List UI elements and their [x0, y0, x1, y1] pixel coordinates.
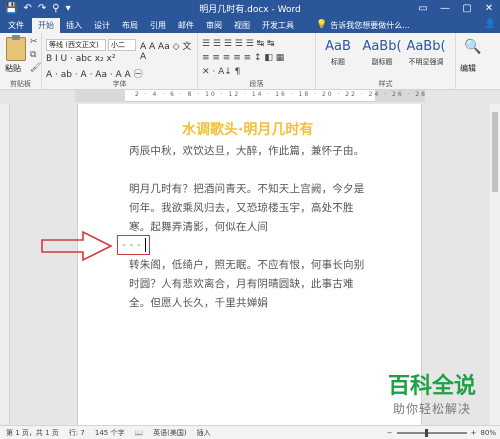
save-icon[interactable]: 💾 — [5, 0, 17, 17]
tab-review[interactable]: 审阅 — [200, 18, 228, 33]
marker-text: - - - — [122, 238, 141, 251]
ribbon-display-icon[interactable]: ▭ — [412, 0, 434, 17]
ribbon-home: 粘贴 ✂ ⧉ 🖌 剪贴板 等线 (西文正文) 小二 A A Aa ◇ 文 A B… — [0, 33, 500, 90]
style-subtitle[interactable]: AaBb( 副标题 — [362, 37, 402, 73]
vertical-ruler[interactable] — [0, 104, 10, 424]
clipboard-label: 剪贴板 — [10, 80, 31, 88]
paragraph-label: 段落 — [249, 80, 264, 88]
proofing-icon[interactable]: 📖 — [134, 429, 143, 437]
style-name: 标题 — [331, 58, 345, 66]
status-words[interactable]: 145 个字 — [95, 428, 125, 438]
ribbon-tabs: 文件 开始 插入 设计 布局 引用 邮件 审阅 视图 开发工具 💡 告诉我您想要… — [0, 17, 500, 33]
font-row-1[interactable]: A A Aa ◇ 文 A — [140, 39, 197, 62]
document-stanza-1: 明月几时有？把酒问青天。不知天上宫阙，今夕是何年。我欲乘风归去，又恐琼楼玉宇，高… — [129, 183, 365, 233]
redo-icon[interactable]: ↷ — [38, 0, 46, 17]
zoom-out-button[interactable]: − — [387, 426, 393, 439]
horizontal-ruler[interactable]: 2 · 4 · 6 · 8 · 10 · 12 · 14 · 16 · 18 ·… — [75, 90, 425, 102]
ruler-left-margin — [75, 90, 125, 102]
zoom-slider[interactable] — [396, 429, 467, 437]
font-name-select[interactable]: 等线 (西文正文) — [46, 39, 106, 51]
close-button[interactable]: ✕ — [478, 0, 500, 17]
title-bar: 💾 ↶ ↷ ⚲ ▾ 明月几时有.docx - Word ▭ — ▢ ✕ — [0, 0, 500, 17]
style-subtle-emphasis[interactable]: AaBb( 不明显强调 — [406, 37, 446, 73]
status-insert[interactable]: 插入 — [197, 428, 211, 438]
watermark-title: 百科全说 — [387, 374, 476, 399]
tab-home[interactable]: 开始 — [32, 18, 60, 33]
document-preface: 丙辰中秋，欢饮达旦，大醉，作此篇，兼怀子由。 — [129, 145, 365, 157]
cut-icon[interactable]: ✂ — [30, 37, 38, 47]
font-row-2[interactable]: B I U · abc x₂ x² — [46, 54, 116, 64]
quick-access-toolbar: 💾 ↶ ↷ ⚲ ▾ — [0, 0, 160, 17]
style-sample: AaBb( — [406, 39, 446, 54]
edit-button[interactable]: 编辑 — [460, 63, 476, 74]
share-icon[interactable]: 👤 — [485, 17, 496, 32]
tab-mailings[interactable]: 邮件 — [172, 18, 200, 33]
zoom-control: − + 80% — [387, 426, 496, 439]
tab-layout[interactable]: 布局 — [116, 18, 144, 33]
style-sample: AaB — [325, 39, 351, 54]
tell-me-box[interactable]: 💡 告诉我您想要做什么... — [316, 18, 410, 33]
search-icon[interactable]: 🔍 — [464, 39, 481, 55]
tab-file[interactable]: 文件 — [0, 18, 32, 33]
style-sample: AaBb( — [362, 39, 402, 54]
tab-insert[interactable]: 插入 — [60, 18, 88, 33]
zoom-level[interactable]: 80% — [480, 426, 496, 439]
font-size-select[interactable]: 小二 — [108, 39, 136, 51]
lightbulb-icon: 💡 — [316, 20, 328, 30]
styles-label: 样式 — [378, 80, 393, 88]
format-painter-icon[interactable]: 🖌 — [30, 63, 41, 73]
clipboard-group: 粘贴 ✂ ⧉ 🖌 剪贴板 — [0, 33, 42, 90]
editing-group: 🔍 编辑 — [456, 33, 500, 90]
tab-view[interactable]: 视图 — [228, 18, 256, 33]
paste-button[interactable]: 粘贴 — [5, 63, 21, 74]
status-page[interactable]: 第 1 页，共 1 页 — [6, 428, 59, 438]
text-cursor — [145, 238, 146, 252]
paragraph-row-1[interactable]: ☰ ☰ ☰ ☰ ☰ ↹ ↹ — [202, 39, 275, 49]
watermark: 百科全说 助你轻松解决 — [368, 374, 496, 417]
tell-me-text: 告诉我您想要做什么... — [330, 21, 410, 30]
paragraph-group: ☰ ☰ ☰ ☰ ☰ ↹ ↹ ≡ ≡ ≡ ≡ ≡ ↕ ◧ ▦ ✕ · A↓ ¶ 段… — [198, 33, 316, 90]
window-controls: ▭ — ▢ ✕ — [412, 0, 500, 17]
copy-icon[interactable]: ⧉ — [30, 50, 36, 60]
styles-group: AaB 标题 AaBb( 副标题 AaBb( 不明显强调 样式 — [316, 33, 456, 90]
word-window: 💾 ↶ ↷ ⚲ ▾ 明月几时有.docx - Word ▭ — ▢ ✕ 文件 开… — [0, 0, 500, 439]
document-stanza-2: 转朱阁，低绮户，照无眠。不应有恨，何事长向别时圆？人有悲欢离合，月有阴晴圆缺，此… — [129, 259, 365, 309]
zoom-in-button[interactable]: + — [471, 426, 477, 439]
font-label: 字体 — [112, 80, 127, 88]
font-group: 等线 (西文正文) 小二 A A Aa ◇ 文 A B I U · abc x₂… — [42, 33, 198, 90]
touch-mode-icon[interactable]: ⚲ — [52, 0, 59, 17]
tab-developer[interactable]: 开发工具 — [256, 18, 300, 33]
tab-design[interactable]: 设计 — [88, 18, 116, 33]
style-name: 副标题 — [371, 58, 393, 66]
ruler-ticks: 2 · 4 · 6 · 8 · 10 · 12 · 14 · 16 · 18 ·… — [135, 91, 427, 98]
paragraph-row-3[interactable]: ✕ · A↓ ¶ — [202, 67, 240, 77]
paste-icon[interactable] — [6, 35, 26, 61]
status-bar: 第 1 页，共 1 页 行: 7 145 个字 📖 英语(美国) 插入 − + … — [0, 425, 500, 439]
style-name: 不明显强调 — [408, 58, 444, 66]
red-arrow-icon — [41, 230, 113, 262]
undo-icon[interactable]: ↶ — [23, 0, 31, 17]
minimize-button[interactable]: — — [434, 0, 456, 17]
document-heading: 水调歌头·明月几时有 — [182, 122, 314, 138]
status-row: 行: 7 — [68, 428, 85, 437]
style-heading[interactable]: AaB 标题 — [318, 37, 358, 73]
maximize-button[interactable]: ▢ — [456, 0, 478, 17]
tab-references[interactable]: 引用 — [144, 18, 172, 33]
scrollbar-thumb[interactable] — [492, 112, 498, 192]
status-language[interactable]: 英语(美国) — [153, 428, 186, 438]
customize-qat-icon[interactable]: ▾ — [66, 0, 71, 17]
paragraph-row-2[interactable]: ≡ ≡ ≡ ≡ ≡ ↕ ◧ ▦ — [202, 53, 284, 63]
watermark-subtitle: 助你轻松解决 — [392, 402, 471, 416]
